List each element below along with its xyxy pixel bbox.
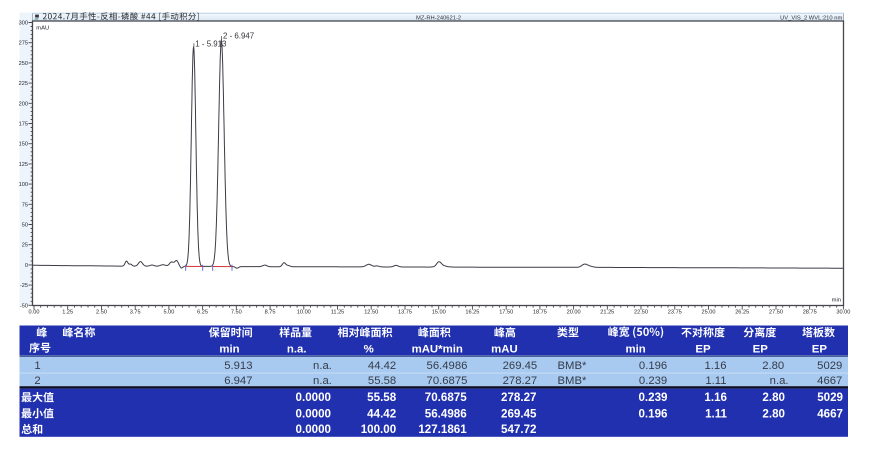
svg-text:n.a.: n.a. bbox=[770, 375, 789, 387]
svg-text:269.45: 269.45 bbox=[503, 360, 538, 372]
svg-text:2.80: 2.80 bbox=[762, 391, 785, 404]
svg-text:11.25: 11.25 bbox=[331, 309, 345, 315]
svg-text:25: 25 bbox=[22, 243, 28, 249]
svg-text:547.72: 547.72 bbox=[501, 423, 536, 436]
svg-text:-50: -50 bbox=[20, 303, 28, 309]
svg-text:18.75: 18.75 bbox=[533, 309, 547, 315]
svg-text:70.6875: 70.6875 bbox=[427, 375, 468, 387]
svg-text:n.a.: n.a. bbox=[313, 360, 332, 372]
svg-text:min: min bbox=[832, 298, 841, 304]
svg-text:1.16: 1.16 bbox=[704, 391, 727, 404]
svg-text:2.50: 2.50 bbox=[96, 309, 107, 315]
svg-text:22.50: 22.50 bbox=[634, 309, 648, 315]
svg-text:UV_VIS_2 WVL:210 nm: UV_VIS_2 WVL:210 nm bbox=[780, 16, 842, 22]
svg-text:0: 0 bbox=[25, 263, 28, 269]
svg-text:0.239: 0.239 bbox=[638, 391, 668, 404]
svg-text:-25: -25 bbox=[20, 283, 28, 289]
svg-text:50: 50 bbox=[22, 223, 28, 229]
svg-text:275: 275 bbox=[19, 41, 28, 47]
svg-text:6.947: 6.947 bbox=[224, 375, 252, 387]
svg-text:2.80: 2.80 bbox=[762, 360, 784, 372]
svg-text:250: 250 bbox=[19, 61, 28, 67]
svg-text:25.00: 25.00 bbox=[702, 309, 716, 315]
svg-text:2 - 6.947: 2 - 6.947 bbox=[223, 32, 254, 41]
svg-text:125: 125 bbox=[19, 162, 28, 168]
svg-text:12.50: 12.50 bbox=[364, 309, 378, 315]
svg-text:MZ-RH-240621-2: MZ-RH-240621-2 bbox=[416, 15, 461, 21]
svg-text:mAU: mAU bbox=[36, 25, 49, 31]
svg-text:3.75: 3.75 bbox=[130, 309, 141, 315]
svg-text:1.11: 1.11 bbox=[705, 407, 727, 420]
svg-text:1.16: 1.16 bbox=[705, 360, 727, 372]
svg-text:0.0000: 0.0000 bbox=[296, 407, 331, 420]
svg-text:min: min bbox=[219, 343, 239, 355]
svg-text:5.913: 5.913 bbox=[224, 360, 252, 372]
svg-text:EP: EP bbox=[695, 343, 711, 355]
svg-text:56.4986: 56.4986 bbox=[425, 407, 467, 420]
svg-text:n.a.: n.a. bbox=[287, 343, 307, 355]
svg-text:0.0000: 0.0000 bbox=[296, 423, 331, 436]
svg-text:17.50: 17.50 bbox=[499, 309, 513, 315]
svg-text:5029: 5029 bbox=[817, 391, 843, 404]
svg-text:min: min bbox=[625, 343, 645, 355]
svg-text:278.27: 278.27 bbox=[503, 375, 538, 387]
svg-text:27.50: 27.50 bbox=[769, 309, 783, 315]
svg-text:4667: 4667 bbox=[817, 375, 842, 387]
svg-text:1.11: 1.11 bbox=[705, 375, 726, 387]
svg-text:56.4986: 56.4986 bbox=[427, 360, 468, 372]
svg-text:5029: 5029 bbox=[817, 360, 842, 372]
svg-text:5.00: 5.00 bbox=[163, 309, 174, 315]
svg-text:mAU*min: mAU*min bbox=[412, 343, 463, 355]
svg-text:BMB*: BMB* bbox=[558, 360, 587, 372]
svg-text:55.58: 55.58 bbox=[367, 391, 397, 404]
svg-text:44.42: 44.42 bbox=[367, 407, 396, 420]
svg-text:2: 2 bbox=[34, 375, 40, 387]
svg-text:23.75: 23.75 bbox=[668, 309, 682, 315]
svg-text:278.27: 278.27 bbox=[501, 391, 536, 404]
svg-text:16.25: 16.25 bbox=[465, 309, 479, 315]
svg-text:6.25: 6.25 bbox=[197, 309, 208, 315]
svg-text:%: % bbox=[364, 343, 374, 355]
svg-text:15.00: 15.00 bbox=[432, 309, 446, 315]
svg-text:175: 175 bbox=[19, 122, 28, 128]
svg-text:55.58: 55.58 bbox=[368, 375, 396, 387]
svg-text:1: 1 bbox=[34, 360, 40, 372]
svg-text:0.00: 0.00 bbox=[29, 309, 40, 315]
svg-text:0.239: 0.239 bbox=[639, 375, 667, 387]
svg-text:0.0000: 0.0000 bbox=[296, 391, 331, 404]
svg-text:8.75: 8.75 bbox=[265, 309, 276, 315]
svg-text:100.00: 100.00 bbox=[361, 423, 396, 436]
svg-text:75: 75 bbox=[22, 202, 28, 208]
svg-text:13.75: 13.75 bbox=[398, 309, 412, 315]
svg-text:7.50: 7.50 bbox=[231, 309, 242, 315]
svg-text:mAU: mAU bbox=[491, 343, 518, 355]
svg-text:26.25: 26.25 bbox=[735, 309, 749, 315]
svg-text:1 - 5.913: 1 - 5.913 bbox=[195, 40, 227, 49]
svg-text:200: 200 bbox=[19, 101, 28, 107]
svg-text:30.00: 30.00 bbox=[836, 309, 850, 315]
svg-text:0.196: 0.196 bbox=[639, 360, 667, 372]
svg-text:150: 150 bbox=[19, 142, 28, 148]
svg-text:269.45: 269.45 bbox=[501, 407, 537, 420]
svg-text:225: 225 bbox=[19, 81, 28, 87]
svg-text:2.80: 2.80 bbox=[762, 407, 785, 420]
svg-text:127.1861: 127.1861 bbox=[418, 423, 467, 436]
svg-text:EP: EP bbox=[753, 343, 769, 355]
svg-text:20.00: 20.00 bbox=[567, 309, 581, 315]
svg-text:100: 100 bbox=[19, 182, 28, 188]
svg-text:21.25: 21.25 bbox=[600, 309, 614, 315]
svg-text:4667: 4667 bbox=[817, 407, 843, 420]
svg-text:EP: EP bbox=[812, 343, 828, 355]
svg-text:10.00: 10.00 bbox=[297, 309, 311, 315]
svg-text:0.196: 0.196 bbox=[638, 407, 668, 420]
svg-text:n.a.: n.a. bbox=[313, 375, 332, 387]
svg-text:70.6875: 70.6875 bbox=[425, 391, 467, 404]
svg-text:44.42: 44.42 bbox=[368, 360, 396, 372]
svg-text:1.25: 1.25 bbox=[62, 309, 73, 315]
svg-text:300: 300 bbox=[19, 21, 28, 27]
svg-text:BMB*: BMB* bbox=[558, 375, 587, 387]
svg-text:28.75: 28.75 bbox=[803, 309, 817, 315]
